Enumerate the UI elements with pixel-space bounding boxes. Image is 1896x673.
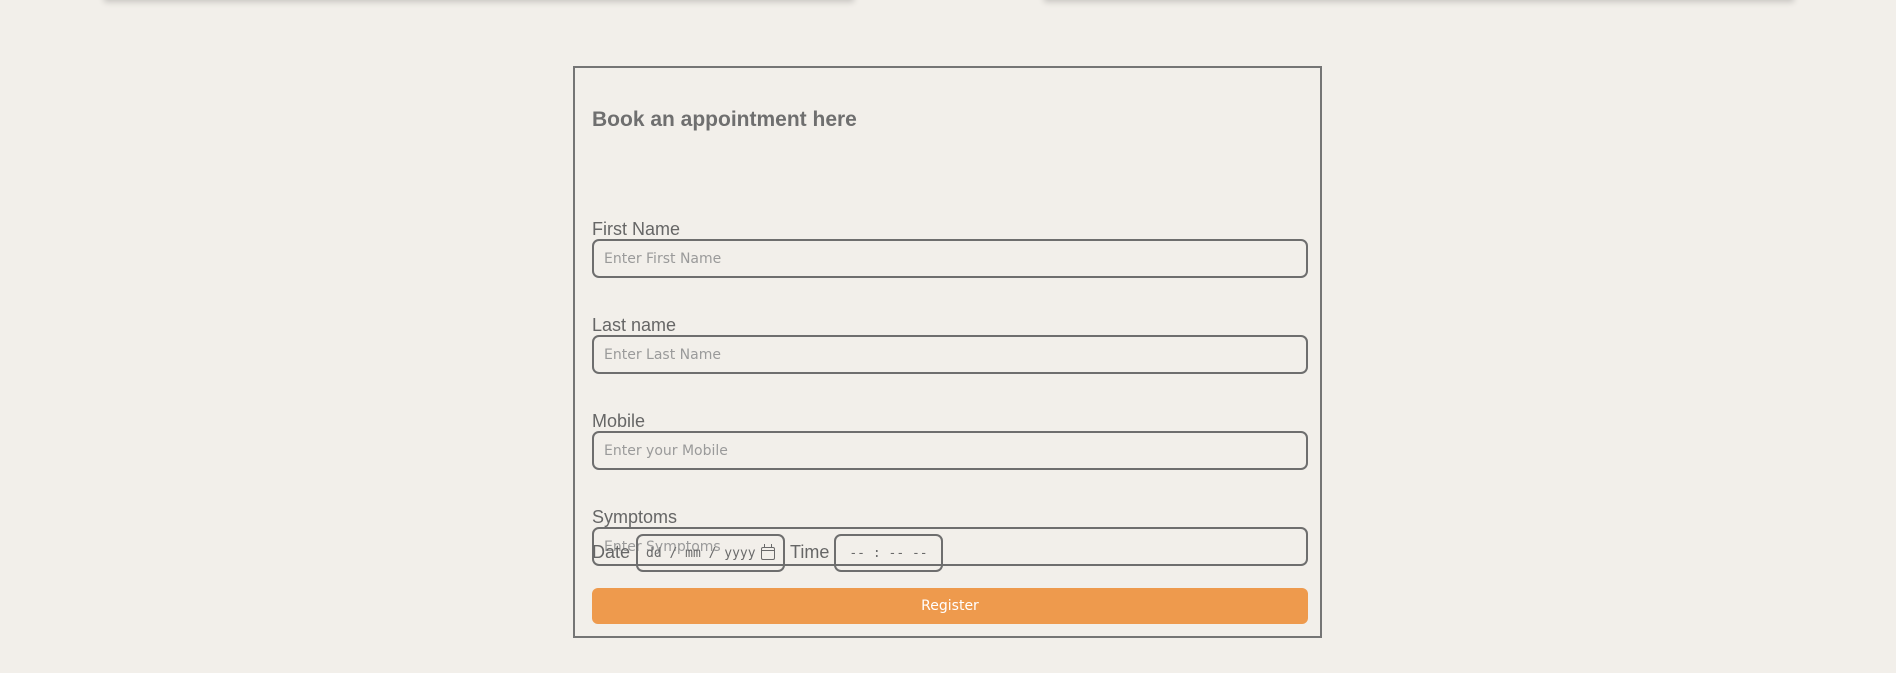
time-label: Time — [790, 542, 830, 562]
first-name-input[interactable] — [592, 239, 1308, 278]
date-placeholder: dd / mm / yyyy — [646, 545, 756, 561]
last-name-input[interactable] — [592, 335, 1308, 374]
time-placeholder: -- : -- -- — [849, 545, 928, 561]
register-button[interactable]: Register — [592, 588, 1308, 624]
form-title: Book an appointment here — [592, 108, 857, 131]
mobile-input[interactable] — [592, 431, 1308, 470]
first-name-label: First Name — [592, 219, 681, 239]
time-input[interactable]: -- : -- -- — [834, 534, 943, 572]
last-name-label: Last name — [592, 315, 677, 335]
mobile-label: Mobile — [592, 411, 646, 431]
date-input[interactable]: dd / mm / yyyy — [636, 534, 785, 572]
date-label: Date — [592, 542, 631, 562]
symptoms-label: Symptoms — [592, 507, 678, 527]
page: Book an appointment here First Name Last… — [0, 0, 1896, 673]
calendar-icon[interactable] — [761, 543, 775, 560]
appointment-form: Book an appointment here First Name Last… — [573, 66, 1322, 638]
